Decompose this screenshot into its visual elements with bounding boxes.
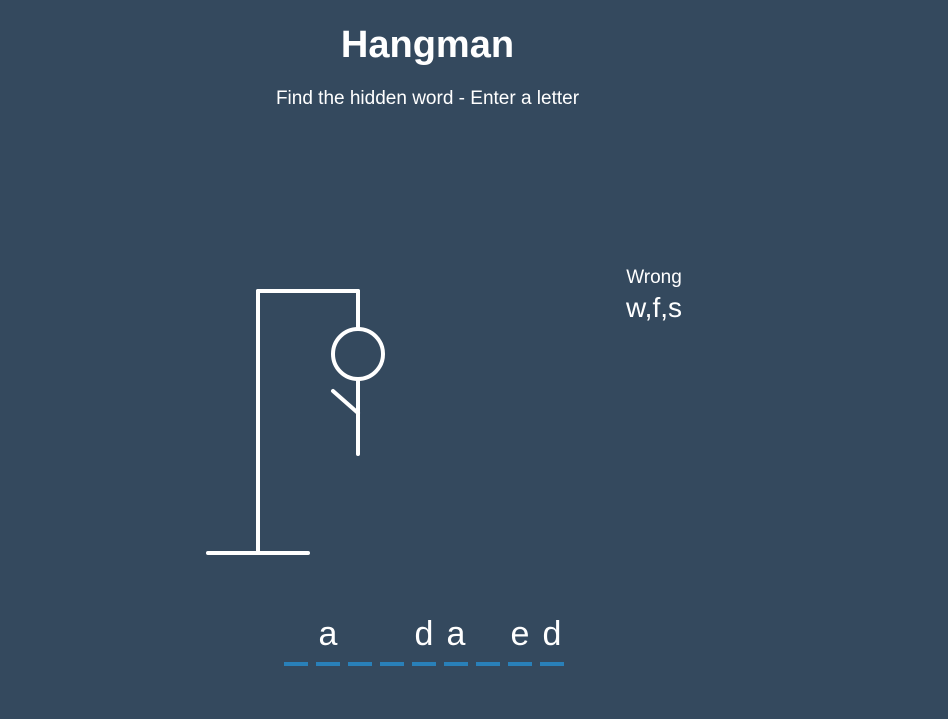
letter-slot: d [540,612,564,666]
figure-left-arm [331,389,360,415]
wrong-label: Wrong [626,267,682,288]
letter-slot: a [444,612,468,666]
letter-slot [284,612,308,666]
letter-slot [380,612,404,666]
wrong-letters: w,f,s [625,292,682,323]
letter-slot: a [316,612,340,666]
wrong-letters-panel: Wrong w,f,s [594,266,714,326]
letter-slot: e [508,612,532,666]
letter-slot [476,612,500,666]
figure-head [331,327,385,381]
letter-slot [348,612,372,666]
letter-slot: d [412,612,436,666]
hidden-word: a d a e d [284,612,564,666]
